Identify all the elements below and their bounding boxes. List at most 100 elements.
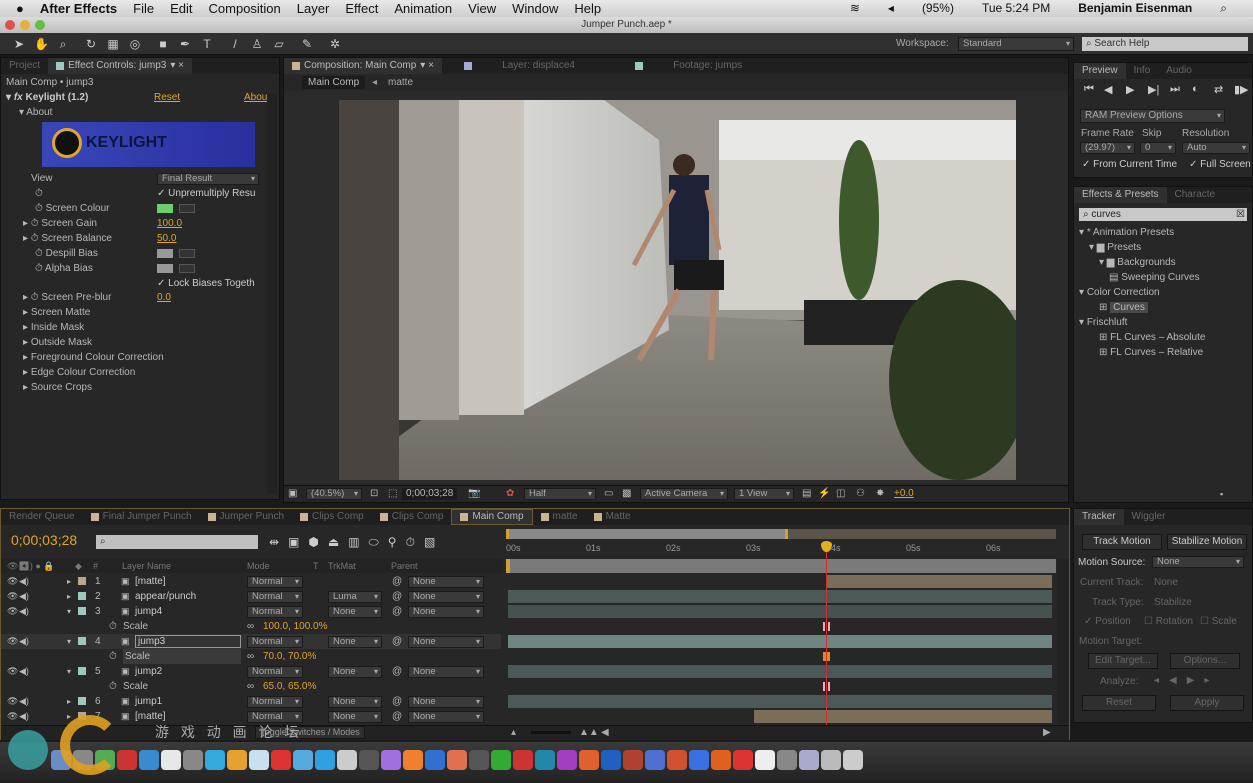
dock-app-icon[interactable]: [711, 750, 731, 770]
volume-icon[interactable]: ◂: [888, 1, 894, 16]
expand-triangle-icon[interactable]: ▸: [67, 589, 71, 604]
timeline-tab[interactable]: Final Jumper Punch: [83, 509, 200, 525]
pickwhip-icon[interactable]: @: [392, 709, 402, 724]
trkmat-dropdown[interactable]: None: [328, 606, 382, 618]
close-window-button[interactable]: [5, 20, 15, 30]
view-dropdown[interactable]: Final Result: [157, 173, 259, 185]
tab-effects-presets[interactable]: Effects & Presets: [1074, 187, 1167, 203]
layer-label-color[interactable]: [78, 637, 86, 645]
layer-row[interactable]: 👁◀) ▾ 4 ▣ jump3 Normal None @ None: [1, 634, 501, 649]
play-icon[interactable]: ▶: [1126, 83, 1134, 96]
rectangle-tool-icon[interactable]: ■: [156, 37, 170, 51]
zoom-tool-icon[interactable]: ⌕: [56, 37, 70, 51]
tab-character[interactable]: Characte: [1167, 187, 1224, 203]
dock-app-icon[interactable]: [667, 750, 687, 770]
dock-app-icon[interactable]: [205, 750, 225, 770]
trkmat-dropdown[interactable]: None: [328, 711, 382, 723]
dock-app-icon[interactable]: [777, 750, 797, 770]
layer-bar[interactable]: [508, 665, 1052, 678]
snapshot-icon[interactable]: 📷: [468, 488, 480, 499]
new-folder-icon[interactable]: ▪: [1220, 489, 1223, 499]
scale-property-row[interactable]: ⏱ Scale ∞ 100.0, 100.0%: [1, 619, 501, 634]
safe-zones-icon[interactable]: ⊡: [370, 488, 378, 499]
pan-behind-tool-icon[interactable]: ◎: [128, 37, 142, 51]
group-source-crops[interactable]: ▸ Source Crops: [23, 380, 92, 395]
previous-frame-icon[interactable]: ◀: [1104, 83, 1112, 96]
effects-tree-item[interactable]: ▤ Sweeping Curves: [1109, 270, 1200, 285]
timeline-tab[interactable]: Clips Comp: [372, 509, 452, 525]
dock-app-icon[interactable]: [315, 750, 335, 770]
dock-app-icon[interactable]: [95, 750, 115, 770]
last-frame-icon[interactable]: ⏭: [1170, 83, 1180, 96]
current-time-display[interactable]: 0;00;03;28: [402, 488, 458, 500]
layer-row[interactable]: 👁◀) ▾ 5 ▣ jump2 Normal None @ None: [1, 664, 501, 679]
scale-property-row[interactable]: ⏱ Scale ∞ 65.0, 65.0%: [1, 679, 501, 694]
always-preview-icon[interactable]: ▣: [288, 488, 297, 499]
tab-info[interactable]: Info: [1126, 63, 1159, 79]
dock-app-icon[interactable]: [139, 750, 159, 770]
layer-row[interactable]: 👁◀) ▾ 3 ▣ jump4 Normal None @ None: [1, 604, 501, 619]
audio-icon[interactable]: ◀): [19, 664, 29, 679]
tab-audio[interactable]: Audio: [1158, 63, 1200, 79]
timeline-current-time[interactable]: 0;00;03;28: [11, 532, 77, 548]
brush-tool-icon[interactable]: /: [228, 37, 242, 51]
time-navigator[interactable]: [506, 529, 1056, 539]
trkmat-dropdown[interactable]: Luma: [328, 591, 382, 603]
menu-effect[interactable]: Effect: [345, 1, 378, 16]
current-track-dropdown[interactable]: None: [1154, 577, 1178, 588]
mute-audio-icon[interactable]: ◐: [1192, 83, 1199, 95]
comp-viewer[interactable]: [284, 91, 1068, 485]
puppet-tool-icon[interactable]: ✲: [328, 37, 342, 51]
effects-tree-item[interactable]: ▾ ▆ Backgrounds: [1099, 255, 1176, 270]
pickwhip-icon[interactable]: @: [392, 634, 402, 649]
motion-source-dropdown[interactable]: None: [1152, 556, 1244, 568]
constrain-proportions-icon[interactable]: ∞: [247, 619, 254, 634]
time-navigator-range[interactable]: [506, 529, 788, 539]
layer-label-color[interactable]: [78, 697, 86, 705]
loop-icon[interactable]: ⇄: [1214, 83, 1223, 96]
stopwatch-icon[interactable]: ⏱: [109, 619, 117, 634]
expand-triangle-icon[interactable]: ▸: [67, 574, 71, 589]
flowchart-icon[interactable]: ⚇: [856, 488, 865, 499]
dock-app-icon[interactable]: [579, 750, 599, 770]
scale-value[interactable]: 65.0, 65.0%: [263, 679, 316, 694]
dock-app-icon[interactable]: [227, 750, 247, 770]
zoom-slider[interactable]: [531, 731, 571, 734]
tab-tracker[interactable]: Tracker: [1074, 509, 1124, 525]
dock-app-icon[interactable]: [645, 750, 665, 770]
tab-footage[interactable]: Footage: jumps: [627, 58, 750, 74]
alpha-bias-swatch[interactable]: [157, 264, 173, 273]
group-foreground-colour-correction[interactable]: ▸ Foreground Colour Correction: [23, 350, 164, 365]
dock-app-icon[interactable]: [73, 750, 93, 770]
effects-tree-item[interactable]: ⊞ Curves: [1099, 300, 1148, 315]
visibility-icon[interactable]: 👁: [7, 664, 18, 679]
mode-dropdown[interactable]: Normal: [247, 696, 303, 708]
analyze-buttons[interactable]: ◂◀▶▸: [1154, 675, 1219, 686]
playhead[interactable]: [821, 541, 833, 727]
parent-dropdown[interactable]: None: [408, 711, 484, 723]
audio-icon[interactable]: ◀): [19, 574, 29, 589]
mode-dropdown[interactable]: Normal: [247, 591, 303, 603]
eyedropper-icon[interactable]: [179, 264, 195, 273]
audio-icon[interactable]: ◀): [19, 604, 29, 619]
timeline-tab[interactable]: matte: [533, 509, 586, 525]
layer-name[interactable]: jump4: [135, 604, 162, 619]
visibility-icon[interactable]: 👁: [7, 589, 18, 604]
menu-help[interactable]: Help: [574, 1, 601, 16]
effects-tree-item[interactable]: ▾ Color Correction: [1079, 285, 1160, 300]
region-of-interest-icon[interactable]: ▭: [604, 488, 613, 499]
screen-gain-value[interactable]: 100.0: [157, 216, 182, 231]
eraser-tool-icon[interactable]: ▱: [272, 37, 286, 51]
crumb-matte[interactable]: matte: [388, 76, 413, 89]
layer-bar[interactable]: [753, 710, 1052, 723]
roto-brush-tool-icon[interactable]: ✎: [300, 37, 314, 51]
rotation-checkbox[interactable]: ☐ Rotation: [1144, 616, 1193, 627]
view-layout-dropdown[interactable]: 1 View: [734, 488, 794, 500]
visibility-icon[interactable]: 👁: [7, 709, 18, 724]
tab-preview[interactable]: Preview: [1074, 63, 1126, 79]
dock-app-icon[interactable]: [337, 750, 357, 770]
menu-file[interactable]: File: [133, 1, 154, 16]
work-area-bar[interactable]: [506, 559, 1056, 573]
exposure-icon[interactable]: ✸: [876, 488, 884, 499]
rotate-tool-icon[interactable]: ↻: [84, 37, 98, 51]
